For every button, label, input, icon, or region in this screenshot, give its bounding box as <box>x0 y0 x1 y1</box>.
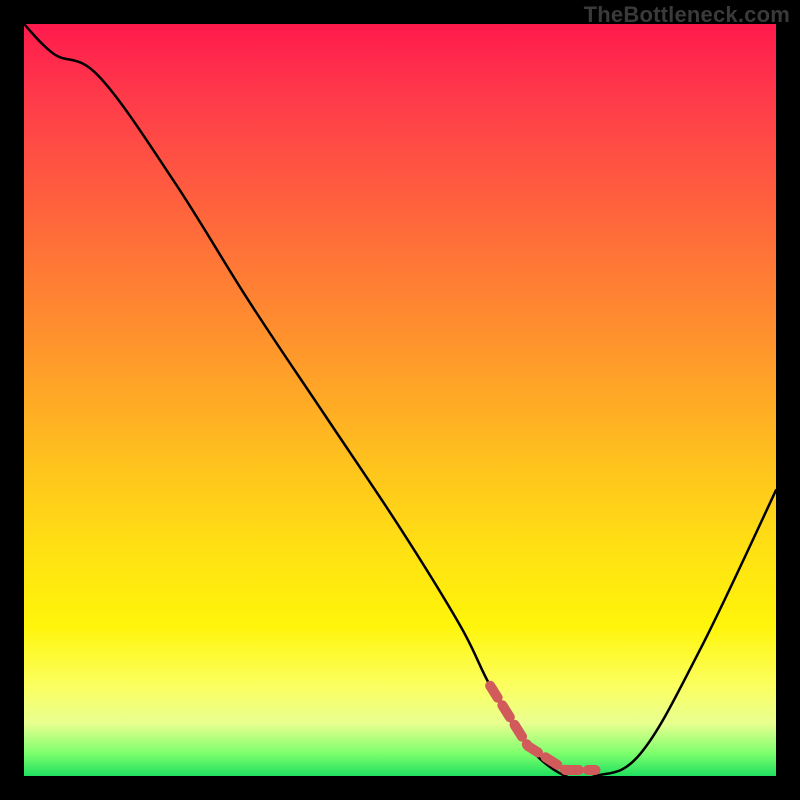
chart-svg <box>24 24 776 776</box>
plot-area <box>24 24 776 776</box>
watermark-text: TheBottleneck.com <box>584 2 790 28</box>
chart-frame: TheBottleneck.com <box>0 0 800 800</box>
minimum-highlight <box>490 686 595 770</box>
bottleneck-curve <box>24 24 776 776</box>
